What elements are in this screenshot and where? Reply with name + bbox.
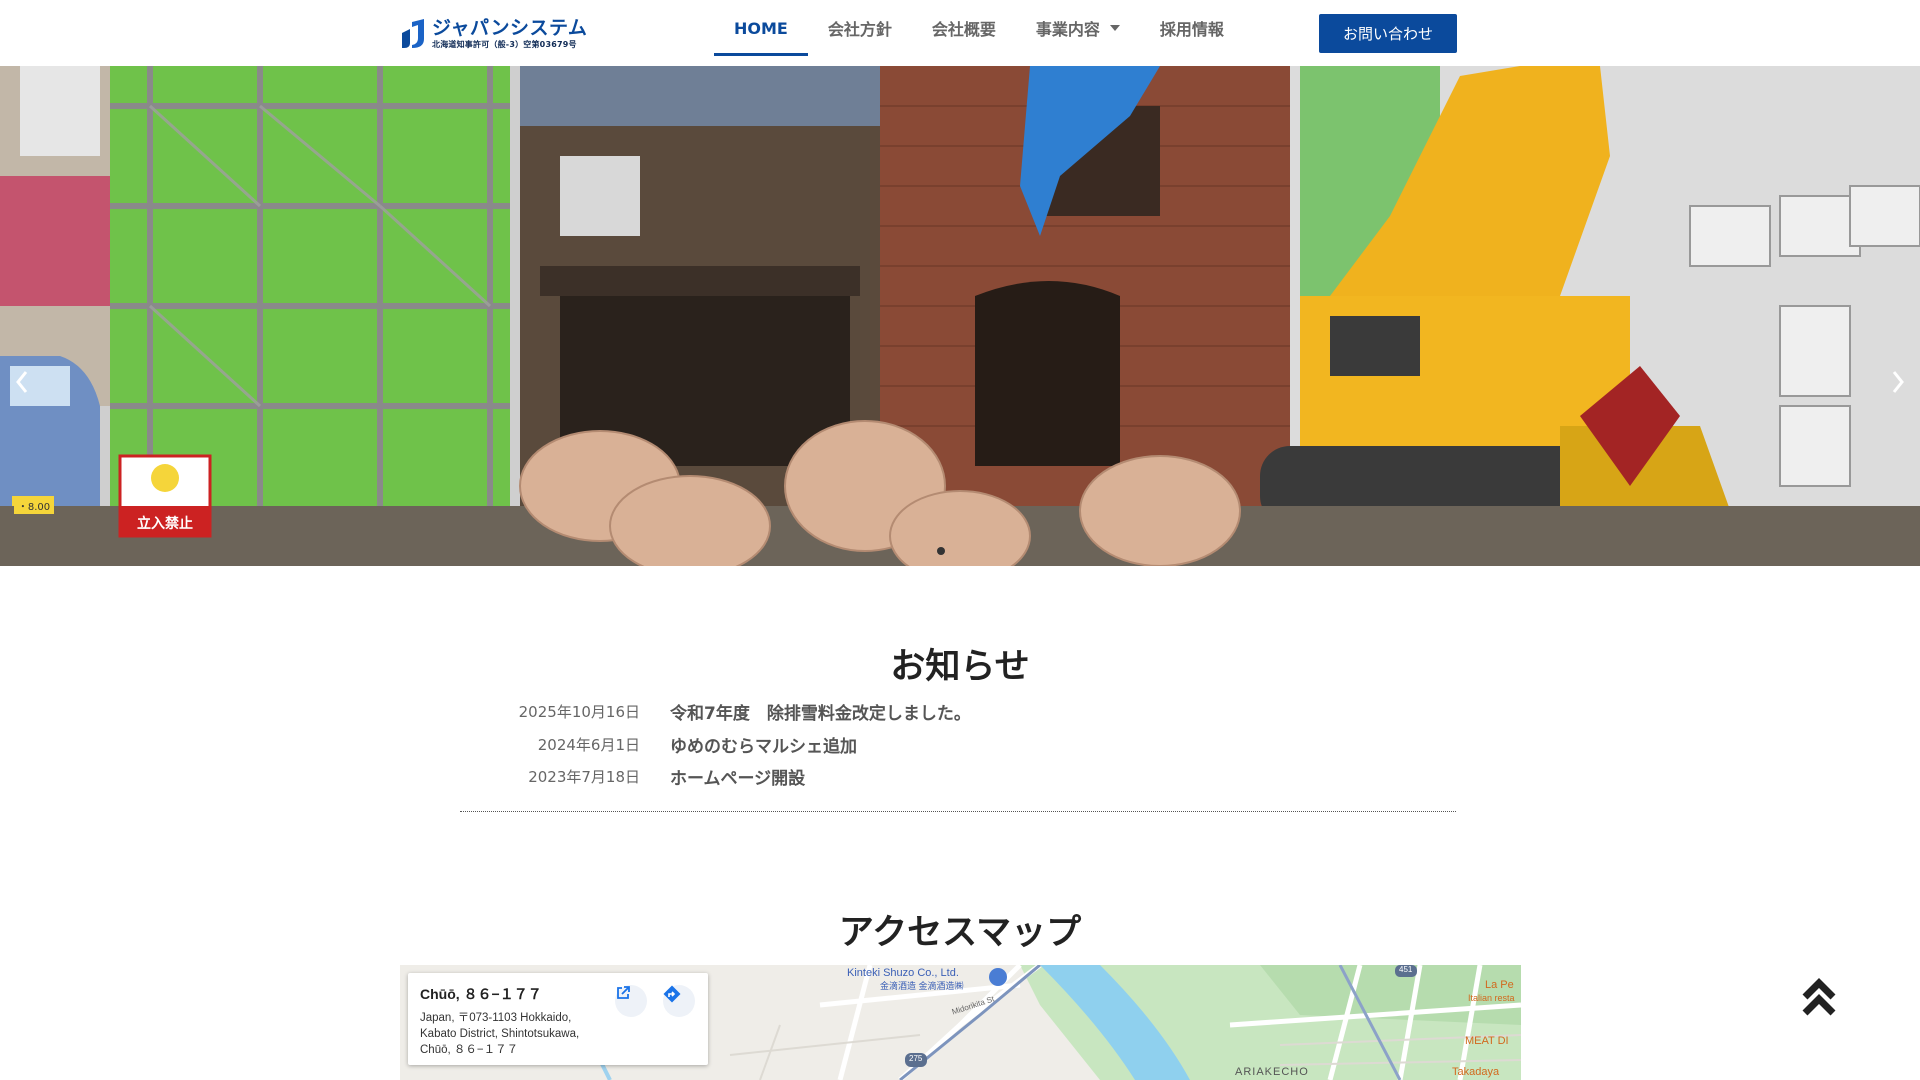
map-label-restaurant: La Pe [1485,979,1514,991]
access-title: アクセスマップ [838,913,1082,953]
map-label-route-275: 275 [909,1054,923,1063]
no-entry-sign-text: 立入禁止 [137,515,193,532]
news-title: お知らせ [890,647,1030,687]
contact-button[interactable]: お問い合わせ [1319,14,1457,53]
main-nav: HOME 会社方針 会社概要 事業内容 採用情報 [714,0,1244,56]
map-label-takadaya: Takadaya [1452,1066,1500,1078]
nav-home[interactable]: HOME [714,0,808,56]
news-text[interactable]: ゆめのむらマルシェ追加 [670,732,857,757]
hero-image: 立入禁止 ・8.00 [0,66,1920,566]
chevron-left-icon [16,371,28,393]
news-date: 2024年6月1日 [537,735,640,754]
directions-button[interactable] [663,985,695,1017]
external-link-icon [617,986,630,999]
news-divider [460,811,1456,812]
site-header: ジャパンシステム 北海道知事許可（般-3）空第03679号 HOME 会社方針 … [0,0,1920,66]
hero-slider: 立入禁止 ・8.00 [0,66,1920,566]
directions-icon [663,985,681,1003]
map-place-name: Chūō, ８６−１７７ [420,986,542,1002]
map-label-meat: MEAT DI [1465,1035,1509,1047]
license-plate-text: ・8.00 [18,502,50,513]
logo-name: ジャパンシステム [432,17,588,39]
stylized-j-icon [400,19,426,49]
news-date: 2025年10月16日 [518,702,640,721]
map-label-shuzo-jp: 金滴酒造 金滴酒造㈱ [880,981,964,991]
slider-pagination-dot[interactable] [937,547,945,555]
double-chevron-up-icon [1802,978,1836,1016]
chevron-right-icon [1892,371,1904,393]
map-info-card: Chūō, ８６−１７７ Japan, 〒073-1103 Hokkaido, … [408,973,708,1065]
news-date: 2023年7月18日 [528,767,640,786]
nav-recruit[interactable]: 採用情報 [1140,0,1244,56]
logo-license: 北海道知事許可（般-3）空第03679号 [432,40,577,49]
map-address: Japan, 〒073-1103 Hokkaido, Kabato Distri… [420,1012,580,1056]
nav-policy[interactable]: 会社方針 [808,0,912,56]
news-item[interactable]: 2023年7月18日 ホームページ開設 [460,761,1456,791]
caret-down-icon [1109,25,1120,31]
nav-business[interactable]: 事業内容 [1016,0,1140,56]
nav-company[interactable]: 会社概要 [912,0,1016,56]
news-item[interactable]: 2024年6月1日 ゆめのむらマルシェ追加 [460,729,1456,759]
map-label-restaurant-sub: Italian resta [1468,993,1515,1003]
map-label-shuzo: Kinteki Shuzo Co., Ltd. [847,967,959,979]
slider-next-button[interactable] [1886,362,1910,402]
open-map-button[interactable] [615,985,647,1017]
map-label-district: ARIAKECHO [1235,1066,1309,1078]
news-text[interactable]: ホームページ開設 [670,764,805,789]
news-text[interactable]: 令和7年度 除排雪料金改定しました。 [670,699,971,724]
map-label-route-451: 451 [1399,965,1413,974]
nav-business-label: 事業内容 [1035,20,1100,39]
news-item[interactable]: 2025年10月16日 令和7年度 除排雪料金改定しました。 [460,696,1456,726]
back-to-top-button[interactable] [1800,975,1838,1019]
google-map[interactable]: Kinteki Shuzo Co., Ltd. 金滴酒造 金滴酒造㈱ Midor… [400,965,1521,1080]
site-logo[interactable]: ジャパンシステム 北海道知事許可（般-3）空第03679号 [400,18,587,50]
slider-prev-button[interactable] [10,362,34,402]
